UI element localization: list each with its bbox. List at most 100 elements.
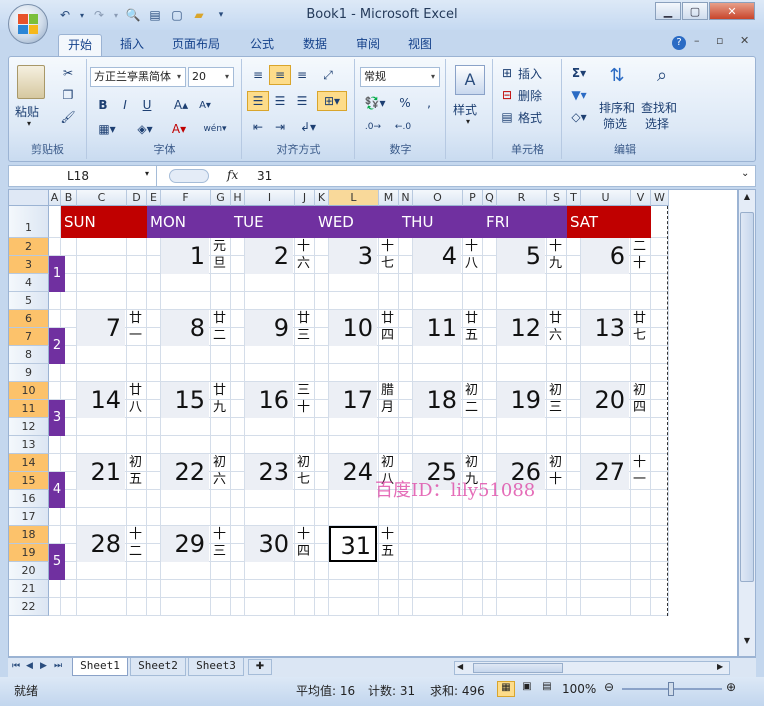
sheet-tab-sheet2[interactable]: Sheet2 <box>130 658 186 676</box>
date-cell[interactable]: 10 <box>329 310 377 346</box>
column-header[interactable]: J <box>295 190 315 206</box>
column-header[interactable]: F <box>161 190 211 206</box>
font-dropdown-icon[interactable]: ▾ <box>173 68 185 86</box>
date-cell[interactable]: 9 <box>245 310 293 346</box>
sort-filter-button[interactable]: 排序和 <box>599 99 635 116</box>
help-icon[interactable]: ? <box>672 36 686 50</box>
grow-font-icon[interactable]: A▴ <box>170 95 192 115</box>
select-all-corner[interactable] <box>9 190 49 206</box>
row-header[interactable]: 15 <box>9 472 49 490</box>
date-cell[interactable]: 7 <box>77 310 125 346</box>
worksheet-grid[interactable]: A B C D E F G H I J K L M N O P Q R S T U V W 1 2 3 4 5 6 7 8 9 10 11 12 13… <box>8 189 738 657</box>
paste-icon[interactable] <box>17 65 45 99</box>
align-right-icon[interactable]: ☰ <box>291 91 313 111</box>
date-cell[interactable]: 4 <box>413 238 461 274</box>
row-header[interactable]: 18 <box>9 526 49 544</box>
insert-cells-button[interactable]: 插入 <box>518 65 542 82</box>
format-painter-icon[interactable]: 🖌 <box>57 107 79 127</box>
wrap-text-icon[interactable]: ↲▾ <box>293 117 323 137</box>
first-sheet-icon[interactable]: ⏮ <box>12 661 20 671</box>
date-cell[interactable]: 15 <box>161 382 209 418</box>
sort-filter-icon[interactable]: ⇅ <box>601 65 633 91</box>
align-top-icon[interactable]: ≡ <box>247 65 269 85</box>
autosum-icon[interactable]: Σ▾ <box>565 63 593 83</box>
align-bottom-icon[interactable]: ≡ <box>291 65 313 85</box>
tab-review[interactable]: 审阅 <box>348 34 388 56</box>
tab-data[interactable]: 数据 <box>294 34 336 56</box>
office-button[interactable] <box>8 4 48 44</box>
find-select-icon[interactable]: ⌕ <box>647 65 677 91</box>
row-header[interactable]: 2 <box>9 238 49 256</box>
find-select-button-line2[interactable]: 选择 <box>645 115 669 132</box>
expand-formula-bar-icon[interactable]: ⌄ <box>741 168 749 179</box>
scroll-right-icon[interactable]: ▶ <box>717 662 723 671</box>
normal-view-icon[interactable]: ▦ <box>497 681 515 697</box>
date-cell[interactable]: 13 <box>581 310 629 346</box>
sort-filter-button-line2[interactable]: 筛选 <box>603 115 627 132</box>
date-cell[interactable]: 5 <box>497 238 545 274</box>
styles-dropdown-icon[interactable]: ▾ <box>466 117 470 126</box>
comma-icon[interactable]: , <box>418 93 440 113</box>
row-header[interactable]: 4 <box>9 274 49 292</box>
increase-decimal-icon[interactable]: .0→ <box>360 117 386 137</box>
row-header[interactable]: 1 <box>9 206 49 238</box>
date-cell[interactable]: 21 <box>77 454 125 490</box>
decrease-indent-icon[interactable]: ⇤ <box>247 117 269 137</box>
size-dropdown-icon[interactable]: ▾ <box>221 68 233 86</box>
zoom-level[interactable]: 100% <box>562 682 596 696</box>
formula-content[interactable]: 31 <box>257 169 272 183</box>
row-header[interactable]: 7 <box>9 328 49 346</box>
formula-bar-splitter[interactable] <box>169 169 209 183</box>
date-cell[interactable]: 3 <box>329 238 377 274</box>
date-cell[interactable]: 18 <box>413 382 461 418</box>
scroll-down-icon[interactable]: ▼ <box>740 636 754 650</box>
font-color-icon[interactable]: A▾ <box>164 119 194 139</box>
number-format-combo[interactable]: 常规 ▾ <box>360 67 440 87</box>
shrink-font-icon[interactable]: A▾ <box>194 95 216 115</box>
delete-cells-icon[interactable]: ⊟ <box>496 85 518 105</box>
date-cell[interactable]: 28 <box>77 526 125 562</box>
date-cell[interactable]: 23 <box>245 454 293 490</box>
accounting-icon[interactable]: 💱▾ <box>360 93 390 113</box>
column-header[interactable]: L <box>329 190 379 206</box>
date-cell[interactable]: 20 <box>581 382 629 418</box>
column-header[interactable]: R <box>497 190 547 206</box>
copy-icon[interactable]: ❐ <box>57 85 79 105</box>
date-cell[interactable]: 8 <box>161 310 209 346</box>
column-header[interactable]: K <box>315 190 329 206</box>
cut-icon[interactable]: ✂ <box>57 63 79 83</box>
phonetic-icon[interactable]: wén▾ <box>200 119 230 139</box>
font-size-combo[interactable]: 20 ▾ <box>188 67 234 87</box>
date-cell[interactable]: 27 <box>581 454 629 490</box>
tab-view[interactable]: 视图 <box>400 34 440 56</box>
date-cell[interactable]: 17 <box>329 382 377 418</box>
ribbon-restore-icon[interactable]: ▫ <box>716 34 723 47</box>
tab-page-layout[interactable]: 页面布局 <box>166 34 226 56</box>
workbook-close-icon[interactable]: ✕ <box>740 34 749 47</box>
align-left-icon[interactable]: ☰ <box>247 91 269 111</box>
tab-insert[interactable]: 插入 <box>112 34 152 56</box>
row-header[interactable]: 20 <box>9 562 49 580</box>
zoom-slider-thumb[interactable] <box>668 682 674 696</box>
scroll-thumb[interactable] <box>740 212 754 582</box>
row-header[interactable]: 19 <box>9 544 49 562</box>
fill-color-icon[interactable]: ◈▾ <box>130 119 160 139</box>
date-cell[interactable]: 1 <box>161 238 209 274</box>
increase-indent-icon[interactable]: ⇥ <box>269 117 291 137</box>
row-header[interactable]: 3 <box>9 256 49 274</box>
column-header[interactable]: H <box>231 190 245 206</box>
column-header[interactable]: W <box>651 190 669 206</box>
column-header[interactable]: E <box>147 190 161 206</box>
column-header[interactable]: M <box>379 190 399 206</box>
orientation-icon[interactable]: ⤢ <box>317 65 339 85</box>
row-header[interactable]: 12 <box>9 418 49 436</box>
next-sheet-icon[interactable]: ▶ <box>40 661 47 671</box>
date-cell[interactable]: 11 <box>413 310 461 346</box>
zoom-in-icon[interactable]: ⊕ <box>726 680 736 694</box>
prev-sheet-icon[interactable]: ◀ <box>26 661 33 671</box>
align-center-icon[interactable]: ☰ <box>269 91 291 111</box>
date-cell[interactable]: 31 <box>329 526 377 562</box>
date-cell[interactable]: 29 <box>161 526 209 562</box>
styles-icon[interactable]: A <box>455 65 485 95</box>
paste-dropdown-icon[interactable]: ▾ <box>27 119 31 128</box>
